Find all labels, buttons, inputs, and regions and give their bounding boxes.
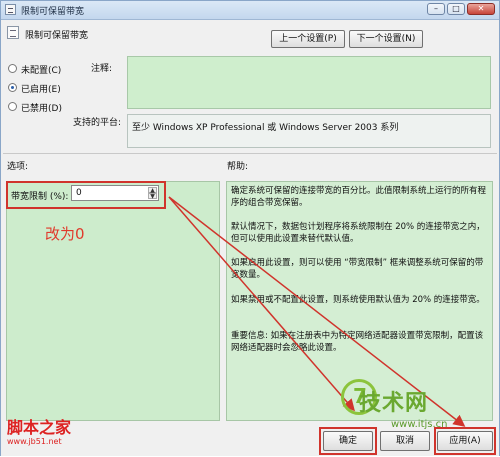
watermark-right: 技术网 xyxy=(359,391,429,416)
policy-setting-window: 限制可保留带宽 – □ ✕ 限制可保留带宽 上一个设置(P) 下一个设置(N) … xyxy=(0,0,500,456)
arrow-to-ok-icon xyxy=(168,196,355,412)
watermark-left: 脚本之家 xyxy=(7,418,72,437)
watermark-left-url: www.jb51.net xyxy=(7,437,62,446)
watermark-right-url: www.itjs.cn xyxy=(391,419,448,430)
